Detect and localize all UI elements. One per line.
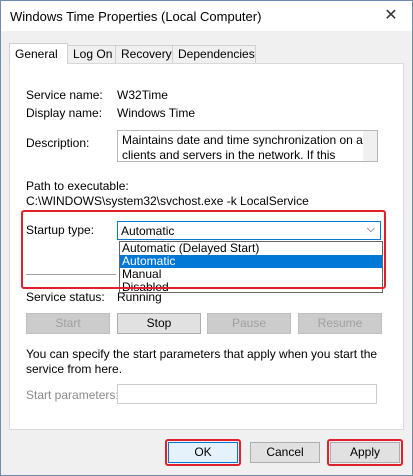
display-name-label: Display name:: [26, 106, 103, 120]
ok-highlight-box: [165, 439, 241, 466]
description-scrollbar[interactable]: [363, 131, 377, 161]
description-text: Maintains date and time synchronization …: [122, 133, 368, 162]
tab-log-on[interactable]: Log On: [67, 45, 117, 63]
resume-button[interactable]: Resume: [298, 313, 382, 334]
description-box[interactable]: Maintains date and time synchronization …: [117, 130, 378, 162]
path-value: C:\WINDOWS\system32\svchost.exe -k Local…: [26, 194, 309, 208]
service-name-value: W32Time: [117, 88, 168, 102]
start-params-label: Start parameters:: [26, 388, 119, 402]
service-name-label: Service name:: [26, 88, 103, 102]
tab-recovery[interactable]: Recovery: [115, 45, 175, 63]
title-bar: Windows Time Properties (Local Computer)…: [1, 1, 412, 31]
start-button[interactable]: Start: [26, 313, 110, 334]
window-title: Windows Time Properties (Local Computer): [10, 9, 262, 24]
path-label: Path to executable:: [26, 179, 129, 193]
close-icon[interactable]: ✕: [380, 5, 402, 27]
description-label: Description:: [26, 136, 90, 150]
stop-button[interactable]: Stop: [117, 313, 201, 334]
start-params-input[interactable]: [117, 384, 377, 404]
pause-button[interactable]: Pause: [207, 313, 291, 334]
properties-window: Windows Time Properties (Local Computer)…: [0, 0, 413, 476]
start-params-hint: You can specify the start parameters tha…: [26, 347, 378, 376]
startup-highlight-box: [21, 210, 386, 289]
general-panel: Service name: W32Time Display name: Wind…: [9, 63, 404, 430]
tab-dependencies[interactable]: Dependencies: [172, 45, 256, 63]
cancel-button[interactable]: Cancel: [250, 442, 320, 463]
display-name-value: Windows Time: [117, 106, 196, 120]
tab-general[interactable]: General: [9, 43, 68, 64]
apply-highlight-box: [327, 439, 403, 466]
service-status-label: Service status:: [26, 290, 105, 304]
